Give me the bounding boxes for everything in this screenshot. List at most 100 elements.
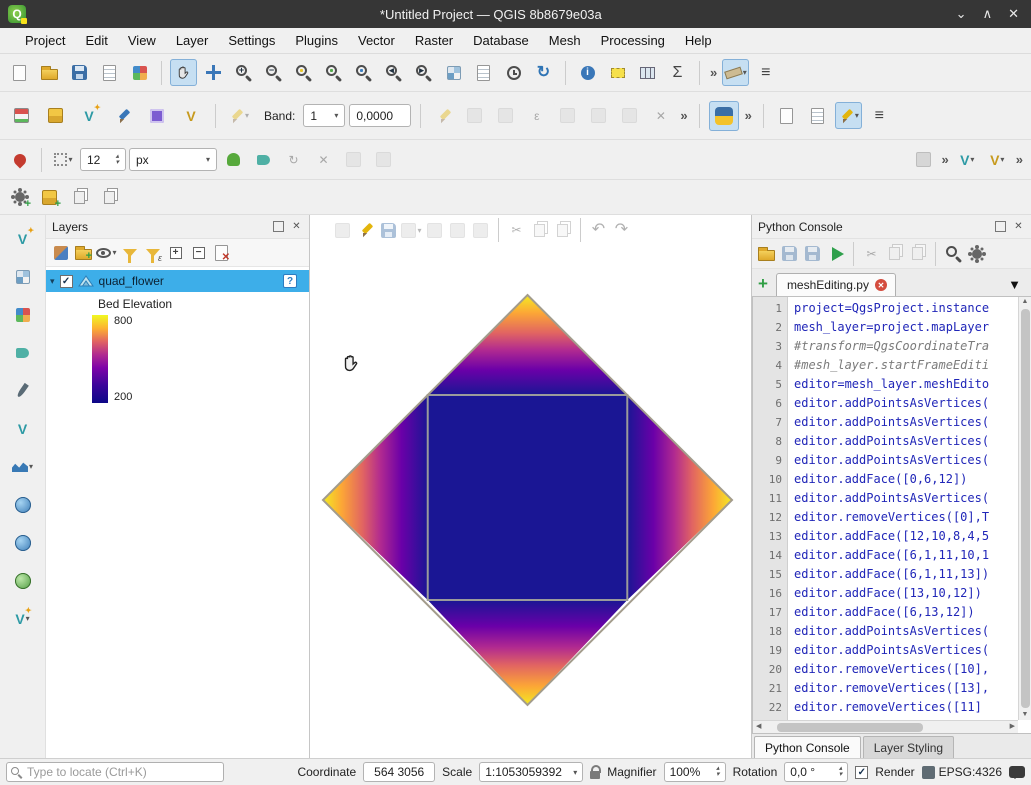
locate-input[interactable] xyxy=(25,764,218,780)
copy-button[interactable] xyxy=(884,243,905,264)
float-panel-button[interactable] xyxy=(995,221,1006,232)
transform-vertices-button[interactable] xyxy=(585,102,612,129)
add-wcs-layer-button[interactable] xyxy=(9,567,36,594)
remove-layer-button[interactable]: ✕ xyxy=(211,242,232,263)
map-canvas[interactable]: ▾ ✂ ↶ ↷ xyxy=(310,215,752,758)
menu-item[interactable]: Layer xyxy=(167,30,218,51)
callout-button[interactable] xyxy=(370,146,397,173)
scroll-up-arrow[interactable]: ▲ xyxy=(1022,297,1029,307)
copy-style-button[interactable] xyxy=(66,184,93,211)
labels-overflow-button[interactable]: » xyxy=(940,152,951,167)
font-size-spinner[interactable]: 12▴▾ xyxy=(80,148,126,171)
menu-item[interactable]: Help xyxy=(676,30,721,51)
vertical-scroll-thumb[interactable] xyxy=(1021,309,1030,708)
refresh-map-button[interactable]: ↻ xyxy=(530,59,557,86)
render-checkbox[interactable]: ✓ xyxy=(855,766,868,779)
layer-labeling-button[interactable] xyxy=(6,146,33,173)
save-script-as-button[interactable] xyxy=(802,243,823,264)
annotation-page-button[interactable] xyxy=(773,102,800,129)
horizontal-scroll-thumb[interactable] xyxy=(777,723,923,732)
form-annotation-button[interactable] xyxy=(804,102,831,129)
add-raster-layer-button[interactable] xyxy=(9,301,36,328)
new-project-button[interactable] xyxy=(6,59,33,86)
tab-list-dropdown-button[interactable]: ▼ xyxy=(1008,277,1027,296)
redo-button[interactable]: ↷ xyxy=(611,220,632,241)
close-button[interactable]: ✕ xyxy=(1008,6,1019,22)
close-panel-button[interactable]: ✕ xyxy=(290,220,303,233)
new-layer-dropdown-button[interactable]: V✦▾ xyxy=(9,605,36,632)
rotate-label-button[interactable]: ↻ xyxy=(280,146,307,173)
lock-scale-icon[interactable] xyxy=(590,771,600,779)
open-attribute-table-button[interactable] xyxy=(634,59,661,86)
menu-item[interactable]: Plugins xyxy=(286,30,347,51)
expand-all-button[interactable]: + xyxy=(165,242,186,263)
new-print-layout-button[interactable] xyxy=(96,59,123,86)
scroll-left-arrow[interactable]: ◀ xyxy=(756,722,761,732)
style-manager-button[interactable] xyxy=(126,59,153,86)
zoom-in-button[interactable]: + xyxy=(230,59,257,86)
band-combo[interactable]: 1▾ xyxy=(303,104,345,127)
delete-label-button[interactable]: ✕ xyxy=(310,146,337,173)
add-postgis-layer-button[interactable]: ▾ xyxy=(9,453,36,480)
menu-item[interactable]: Project xyxy=(16,30,74,51)
menu-item[interactable]: View xyxy=(119,30,165,51)
scroll-right-arrow[interactable]: ▶ xyxy=(1010,722,1015,732)
data-source-manager-button[interactable] xyxy=(6,101,36,131)
add-mesh-layer-button[interactable] xyxy=(9,339,36,366)
scalar-value-field[interactable]: 0,0000 xyxy=(349,104,411,127)
change-label-button[interactable] xyxy=(250,146,277,173)
mesh-toolbar-overflow-button[interactable]: » xyxy=(678,108,689,123)
select-mesh-elements-button[interactable] xyxy=(554,102,581,129)
settings-gear-button[interactable]: + xyxy=(6,184,33,211)
minimize-button[interactable]: ⌄ xyxy=(956,6,967,22)
zoom-next-button[interactable]: ▸ xyxy=(410,59,437,86)
code-editor[interactable]: 1 project=QgsProject.instance 2 mesh_lay… xyxy=(752,296,1031,734)
add-spatialite-layer-button[interactable]: V xyxy=(9,415,36,442)
layer-visibility-checkbox[interactable]: ✓ xyxy=(60,275,73,288)
right-overflow-button[interactable]: » xyxy=(1014,152,1025,167)
magnifier-spinner[interactable]: 100%▴▾ xyxy=(664,762,726,782)
close-tab-button[interactable]: ✕ xyxy=(875,279,887,291)
advanced-digitizing-button[interactable] xyxy=(332,220,353,241)
menu-item[interactable]: Database xyxy=(464,30,538,51)
scale-combo[interactable]: 1:1053059392▾ xyxy=(479,762,583,782)
horizontal-scrollbar[interactable]: ◀ ▶ xyxy=(753,720,1018,733)
float-panel-button[interactable] xyxy=(273,221,284,232)
reindex-mesh-button[interactable] xyxy=(492,102,519,129)
save-mesh-edits-button[interactable] xyxy=(378,220,399,241)
cut-features-button[interactable]: ✂ xyxy=(506,220,527,241)
toggle-mesh-editing-button[interactable] xyxy=(355,220,376,241)
find-text-button[interactable] xyxy=(943,243,964,264)
new-annotation-button[interactable]: ▾ xyxy=(835,102,862,129)
edit-vertex-button[interactable] xyxy=(447,220,468,241)
unit-combo[interactable]: px▾ xyxy=(129,148,217,171)
menu-item[interactable]: Processing xyxy=(592,30,674,51)
manage-map-themes-button[interactable]: ▾ xyxy=(96,242,117,263)
console-options-button[interactable] xyxy=(966,243,987,264)
open-project-button[interactable] xyxy=(36,59,63,86)
close-panel-button[interactable]: ✕ xyxy=(1012,220,1025,233)
tab-layer-styling[interactable]: Layer Styling xyxy=(863,736,954,758)
open-data-source-manager-button[interactable]: V✦ xyxy=(9,225,36,252)
remove-mesh-elements-button[interactable]: ✕ xyxy=(647,102,674,129)
editor-tab-mesh-editing[interactable]: meshEditing.py ✕ xyxy=(776,273,896,296)
copy-features-button[interactable] xyxy=(529,220,550,241)
new-3d-map-view-button[interactable] xyxy=(470,59,497,86)
zoom-to-layer-button[interactable] xyxy=(350,59,377,86)
measure-dropdown-button[interactable]: ▾ xyxy=(722,59,749,86)
expander-icon[interactable]: ▾ xyxy=(50,276,55,287)
add-wms-layer-button[interactable] xyxy=(9,491,36,518)
scroll-down-arrow[interactable]: ▼ xyxy=(1022,710,1029,720)
select-features-button[interactable] xyxy=(604,59,631,86)
force-by-selected-button[interactable] xyxy=(461,102,488,129)
delete-selected-button[interactable] xyxy=(470,220,491,241)
menu-item[interactable]: Settings xyxy=(219,30,284,51)
run-script-button[interactable] xyxy=(825,243,846,264)
toolbar2-options-button[interactable]: ≡ xyxy=(866,102,893,129)
symbology-style-button[interactable]: ▾ xyxy=(50,146,77,173)
tab-python-console[interactable]: Python Console xyxy=(754,736,861,758)
annotation-tool-button[interactable]: V▾ xyxy=(984,146,1011,173)
menu-item[interactable]: Raster xyxy=(406,30,462,51)
paste-features-button[interactable] xyxy=(552,220,573,241)
paste-button[interactable] xyxy=(907,243,928,264)
